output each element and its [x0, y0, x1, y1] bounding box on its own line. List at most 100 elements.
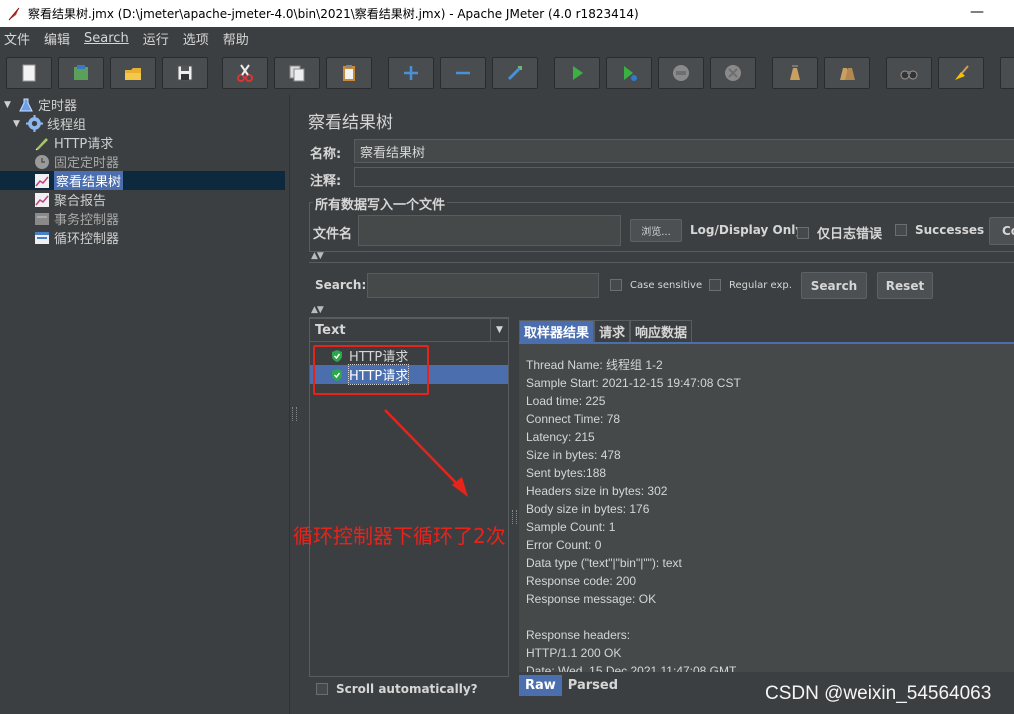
- detail-line: Connect Time: 78: [526, 412, 621, 426]
- tab-sampler-result[interactable]: 取样器结果: [519, 320, 595, 342]
- clear-all-button[interactable]: [824, 57, 870, 89]
- start-no-pause-icon: [624, 66, 637, 81]
- errors-only-checkbox[interactable]: 仅日志错误: [797, 223, 882, 242]
- tab-request[interactable]: 请求: [594, 320, 631, 342]
- expand-button[interactable]: [388, 57, 434, 89]
- panel-title: 察看结果树: [308, 113, 393, 133]
- title-bar: 察看结果树.jmx (D:\jmeter\apache-jmeter-4.0\b…: [0, 0, 1014, 27]
- tree-node-test-plan[interactable]: ▼ 定时器: [4, 95, 77, 114]
- successes-label: Successes: [915, 223, 985, 237]
- detail-line: Sent bytes:188: [526, 466, 607, 480]
- stop-icon: [673, 65, 689, 81]
- menu-run[interactable]: 运行: [143, 29, 169, 48]
- detail-line: Size in bytes: 478: [526, 448, 621, 462]
- tree-node-aggregate-report[interactable]: 聚合报告: [33, 190, 106, 209]
- tree-node-loop-controller[interactable]: 循环控制器: [33, 228, 119, 247]
- loop-controller-icon: [33, 229, 50, 246]
- collapse-arrows-icon[interactable]: ▲▼: [311, 305, 324, 315]
- new-button[interactable]: [6, 57, 52, 89]
- detail-line: Load time: 225: [526, 394, 606, 408]
- expand-icon: [404, 66, 418, 80]
- menu-help[interactable]: 帮助: [223, 29, 249, 48]
- clear-button[interactable]: [772, 57, 818, 89]
- shutdown-button[interactable]: [710, 57, 756, 89]
- checkbox-box[interactable]: [709, 279, 721, 291]
- collapse-arrows-icon[interactable]: ▲▼: [311, 251, 324, 261]
- expand-arrow-icon[interactable]: ▼: [4, 100, 14, 110]
- renderer-select[interactable]: Text ▼: [309, 318, 509, 342]
- cut-icon: [237, 64, 253, 82]
- collapse-button[interactable]: [440, 57, 486, 89]
- timer-icon: [33, 153, 50, 170]
- sampler-result-text[interactable]: Thread Name: 线程组 1-2 Sample Start: 2021-…: [519, 342, 1014, 672]
- tree-node-constant-timer[interactable]: 固定定时器: [33, 152, 119, 171]
- window-title: 察看结果树.jmx (D:\jmeter\apache-jmeter-4.0\b…: [28, 7, 639, 21]
- panel-splitter[interactable]: [289, 95, 299, 714]
- new-icon: [22, 64, 36, 82]
- splitter-grip[interactable]: [292, 407, 297, 421]
- case-sensitive-label: Case sensitive: [630, 279, 703, 291]
- checkbox-box[interactable]: [316, 683, 328, 695]
- reset-button[interactable]: Reset: [877, 272, 933, 299]
- configure-button[interactable]: Co: [989, 217, 1014, 245]
- tab-parsed[interactable]: Parsed: [562, 675, 624, 696]
- name-label: 名称:: [310, 147, 342, 162]
- toggle-icon: [507, 65, 523, 81]
- successes-checkbox[interactable]: Successes: [895, 223, 984, 237]
- menu-options[interactable]: 选项: [183, 29, 209, 48]
- menu-edit[interactable]: 编辑: [44, 29, 70, 48]
- tree-node-label: 察看结果树: [54, 171, 124, 190]
- start-no-pause-button[interactable]: [606, 57, 652, 89]
- save-button[interactable]: [162, 57, 208, 89]
- start-button[interactable]: [554, 57, 600, 89]
- tree-node-label: 聚合报告: [54, 194, 107, 209]
- name-input[interactable]: 察看结果树: [354, 139, 1014, 163]
- tree-node-http-request[interactable]: HTTP请求: [33, 133, 113, 152]
- tab-raw[interactable]: Raw: [519, 675, 562, 696]
- detail-line: Response code: 200: [526, 574, 637, 588]
- paste-button[interactable]: [326, 57, 372, 89]
- scroll-automatically-label: Scroll automatically?: [336, 682, 478, 696]
- results-splitter-grip[interactable]: [512, 510, 517, 524]
- clear-all-icon: [840, 68, 855, 80]
- stop-button[interactable]: [658, 57, 704, 89]
- scroll-automatically-checkbox[interactable]: Scroll automatically?: [316, 682, 478, 696]
- templates-button[interactable]: [58, 57, 104, 89]
- menu-file[interactable]: 文件: [4, 29, 30, 48]
- controller-icon: [33, 210, 50, 227]
- minimize-button[interactable]: —: [970, 4, 984, 20]
- detail-line: Sample Start: 2021-12-15 19:47:08 CST: [526, 376, 741, 390]
- broom-icon: [955, 65, 969, 80]
- tab-response-data[interactable]: 响应数据: [630, 320, 693, 342]
- checkbox-box[interactable]: [895, 224, 907, 236]
- browse-button[interactable]: 浏览...: [630, 219, 682, 242]
- case-sensitive-checkbox[interactable]: Case sensitive: [610, 279, 702, 291]
- search-label: Search:: [315, 278, 367, 292]
- test-plan-icon: [17, 96, 34, 113]
- checkbox-box[interactable]: [610, 279, 622, 291]
- chevron-down-icon[interactable]: ▼: [490, 319, 508, 341]
- checkbox-box[interactable]: [797, 226, 809, 239]
- reset-search-button[interactable]: [938, 57, 984, 89]
- menu-search[interactable]: Search: [84, 31, 129, 46]
- toggle-button[interactable]: [492, 57, 538, 89]
- overflow-toolbar-button[interactable]: [1000, 57, 1014, 89]
- file-input[interactable]: [358, 215, 621, 246]
- tree-node-thread-group[interactable]: ▼ 线程组: [13, 114, 86, 133]
- detail-line: Thread Name: 线程组 1-2: [526, 358, 663, 372]
- comment-input[interactable]: [354, 167, 1014, 187]
- tree-node-view-results-tree[interactable]: 察看结果树: [0, 171, 285, 190]
- regex-checkbox[interactable]: Regular exp.: [709, 279, 792, 291]
- file-group-title: 所有数据写入一个文件: [313, 194, 448, 213]
- search-submit-button[interactable]: Search: [801, 272, 867, 299]
- search-button[interactable]: [886, 57, 932, 89]
- tree-node-label: 事务控制器: [54, 213, 120, 228]
- copy-button[interactable]: [274, 57, 320, 89]
- expand-arrow-icon[interactable]: ▼: [13, 119, 23, 129]
- renderer-value: Text: [315, 322, 346, 338]
- open-button[interactable]: [110, 57, 156, 89]
- cut-button[interactable]: [222, 57, 268, 89]
- save-icon: [177, 65, 193, 81]
- search-input[interactable]: [367, 273, 599, 298]
- tree-node-transaction-controller[interactable]: 事务控制器: [33, 209, 119, 228]
